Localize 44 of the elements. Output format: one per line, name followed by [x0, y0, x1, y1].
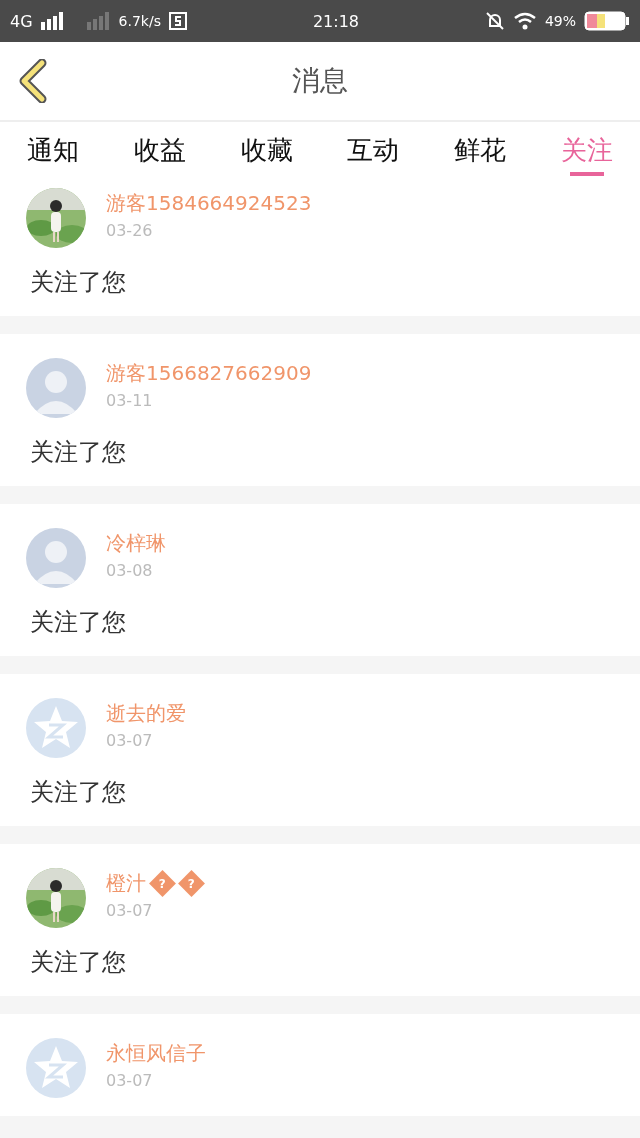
network-type: 4G — [10, 11, 33, 31]
message-card[interactable]: 冷梓琳 03-08 关注了您 — [0, 504, 640, 656]
message-text: 关注了您 — [29, 607, 127, 638]
tab[interactable]: 鲜花 — [426, 122, 534, 178]
user-name: 橙汁 — [106, 870, 146, 897]
unknown-glyph-badge: ? — [149, 870, 176, 897]
square-s-icon — [168, 12, 187, 30]
user-name: 逝去的爱 — [106, 700, 186, 727]
message-text: 关注了您 — [29, 267, 127, 298]
tab[interactable]: 通知 — [0, 122, 107, 178]
battery-icon — [584, 11, 630, 31]
user-name: 永恒风信子 — [106, 1040, 206, 1067]
message-date: 03-07 — [106, 731, 154, 750]
tab[interactable]: 互动 — [320, 122, 427, 178]
network-speed: 6.7k/s — [118, 13, 161, 29]
back-icon[interactable] — [18, 59, 48, 103]
user-name: 游客1584664924523 — [106, 190, 312, 217]
message-date: 03-07 — [106, 901, 154, 920]
message-card[interactable]: 游客1566827662909 03-11 关注了您 — [0, 334, 640, 486]
muted-bell-icon — [484, 11, 505, 31]
message-date: 03-07 — [106, 1071, 154, 1090]
message-text: 关注了您 — [29, 437, 127, 468]
signal-icon — [86, 12, 111, 30]
tab[interactable]: 收藏 — [213, 122, 320, 178]
message-date: 03-08 — [106, 561, 154, 580]
star-avatar-icon — [26, 1038, 86, 1098]
default-avatar-icon — [26, 528, 86, 588]
wifi-icon — [512, 12, 537, 30]
signal-icon — [40, 12, 65, 30]
clock: 21:18 — [312, 11, 359, 31]
message-text: 关注了您 — [29, 777, 127, 808]
message-date: 03-26 — [106, 221, 154, 240]
battery-percent: 49% — [544, 13, 576, 29]
page-title: 消息 — [292, 63, 348, 99]
message-text: 关注了您 — [29, 947, 127, 978]
message-date: 03-11 — [106, 391, 154, 410]
default-avatar-icon — [26, 358, 86, 418]
message-card[interactable]: 橙汁 ? ? 03-07 关注了您 — [0, 844, 640, 996]
unknown-glyph-badge: ? — [178, 870, 205, 897]
user-name: 游客1566827662909 — [106, 360, 312, 387]
message-card[interactable]: 逝去的爱 03-07 关注了您 — [0, 674, 640, 826]
star-avatar-icon — [26, 698, 86, 758]
user-name: 冷梓琳 — [106, 530, 166, 557]
tab[interactable]: 收益 — [106, 122, 214, 178]
